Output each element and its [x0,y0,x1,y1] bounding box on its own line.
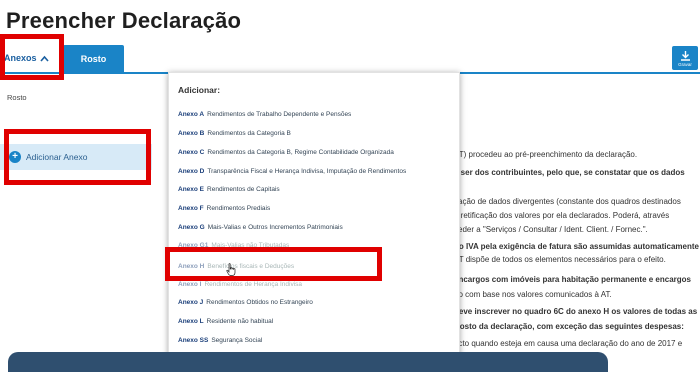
hand-cursor-icon [226,263,236,276]
highlight-box-anexos [0,34,64,80]
dropdown-item-anexo-e[interactable]: Anexo E Rendimentos de Capitais [178,186,280,193]
main-line: do IVA pela exigência de fatura são assu… [454,242,699,251]
dropdown-item-anexo-a[interactable]: Anexo A Rendimentos de Trabalho Dependent… [178,111,351,118]
main-line: ceder a "Serviços / Consultar / Ident. C… [454,225,648,234]
download-icon [680,50,690,61]
dropdown-header: Adicionar: [178,85,221,95]
tab-rosto[interactable]: Rosto [63,45,124,72]
dropdown-item-anexo-i[interactable]: Anexo I Rendimentos de Herança Indivisa [178,281,302,288]
dropdown-item-anexo-f[interactable]: Anexo F Rendimentos Prediais [178,205,270,212]
main-line: ecto quando esteja em causa uma declaraç… [454,339,683,348]
main-line: AT) procedeu ao pré-preenchimento da dec… [454,150,638,159]
sidebar-item-rosto[interactable]: Rosto [7,93,27,102]
dropdown-item-anexo-ss[interactable]: Anexo SS Segurança Social [178,337,262,344]
dropdown-item-anexo-d[interactable]: Anexo D Transparência Fiscal e Herança In… [178,168,406,175]
main-line: encargos com imóveis para habitação perm… [454,275,691,284]
main-line: a retificação dos valores por ela declar… [454,211,670,220]
main-line: deve inscrever no quadro 6C do anexo H o… [454,307,698,316]
download-label: Gravar [678,61,692,67]
add-anexo-dropdown: Adicionar: Anexo A Rendimentos de Trabalh… [168,72,460,367]
page-title: Preencher Declaração [6,8,242,33]
download-button[interactable]: Gravar [672,46,698,70]
bottom-bar [8,352,608,372]
dropdown-item-anexo-j[interactable]: Anexo J Rendimentos Obtidos no Estrangeir… [178,299,313,306]
main-line: a ser dos contribuintes, pelo que, se co… [454,168,685,177]
dropdown-item-anexo-l[interactable]: Anexo L Residente não habitual [178,318,273,325]
main-line: ão com base nos valores comunicados à AT… [454,290,612,299]
dropdown-item-anexo-b[interactable]: Anexo B Rendimentos da Categoria B [178,130,291,137]
main-line: Rosto da declaração, com exceção das seg… [454,322,684,331]
highlight-box-anexo-h [165,247,382,281]
highlight-box-add-anexo [4,129,151,185]
main-line: cação de dados divergentes (constante do… [454,197,681,206]
dropdown-item-anexo-c[interactable]: Anexo C Rendimentos da Categoria B, Regim… [178,149,394,156]
dropdown-item-anexo-g[interactable]: Anexo G Mais-Valias e Outros Incrementos … [178,224,343,231]
main-line: AT dispõe de todos os elementos necessár… [454,255,666,264]
